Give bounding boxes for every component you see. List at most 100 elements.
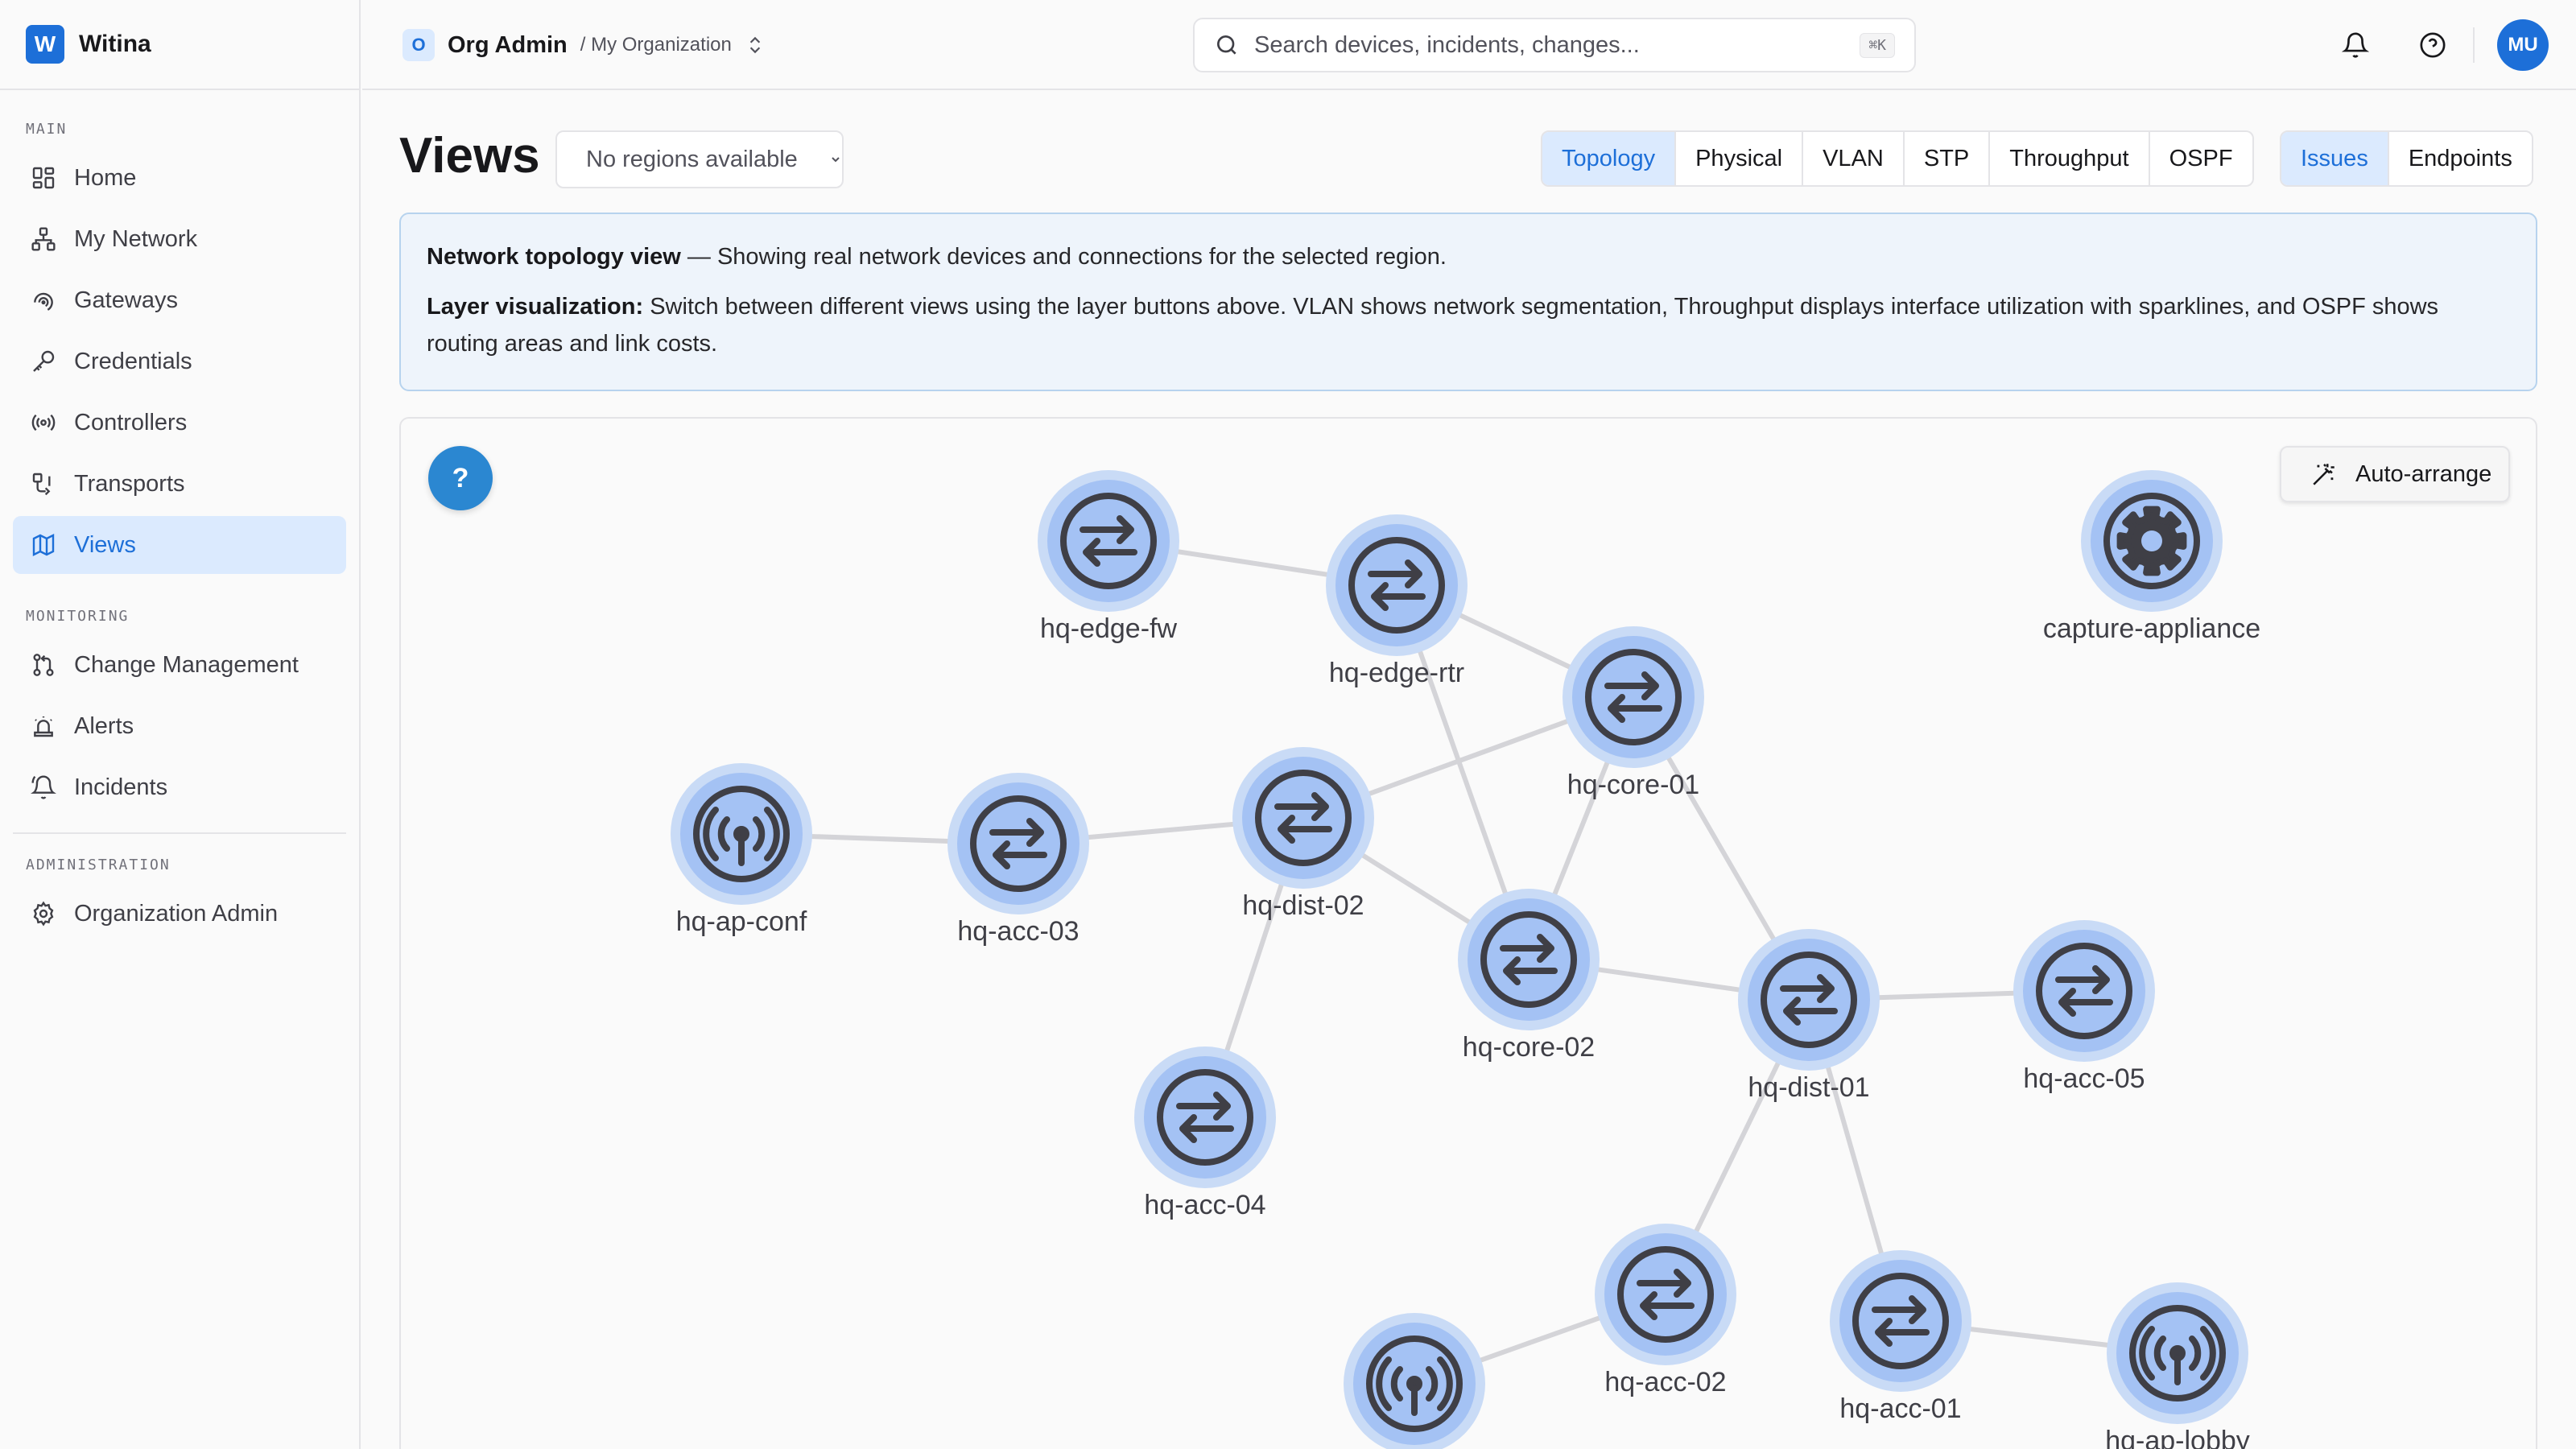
info-banner: Network topology view — Showing real net… [399, 213, 2537, 391]
sidebar-item-incidents[interactable]: Incidents [13, 758, 346, 816]
sidebar-item-label: Alerts [74, 712, 134, 739]
chevrons-up-down-icon [749, 36, 761, 54]
topology-node-hq-acc-02[interactable]: hq-acc-02 [1595, 1224, 1736, 1397]
node-label: hq-core-01 [1567, 770, 1699, 800]
search-input[interactable] [1254, 31, 1846, 59]
topology-graph[interactable]: hq-edge-fw hq-edge-rtr capture-appliance hq… [401, 419, 2537, 1449]
notifications-button[interactable] [2336, 26, 2375, 64]
sidebar-item-organization-admin[interactable]: Organization Admin [13, 885, 346, 943]
sidebar-item-label: My Network [74, 225, 198, 252]
layer-vlan-button[interactable]: VLAN [1803, 132, 1905, 185]
overlay-issues-button[interactable]: Issues [2281, 132, 2389, 185]
node-label: hq-dist-01 [1748, 1072, 1869, 1103]
sidebar-item-label: Gateways [74, 287, 178, 313]
sidebar-item-credentials[interactable]: Credentials [13, 332, 346, 390]
sidebar-item-views[interactable]: Views [13, 516, 346, 574]
avatar[interactable]: MU [2497, 19, 2549, 71]
wand-icon [2313, 464, 2334, 485]
node-label: hq-ap-conf [676, 906, 807, 937]
brand[interactable]: W Witina [0, 0, 359, 90]
topology-node-hq-acc-01[interactable]: hq-acc-01 [1830, 1250, 1971, 1424]
header-divider [2473, 27, 2475, 63]
org-breadcrumb: / My Organization [580, 34, 732, 56]
node-label: hq-dist-02 [1242, 890, 1364, 921]
topology-node-unnamed[interactable] [1344, 1313, 1485, 1449]
topology-node-hq-acc-03[interactable]: hq-acc-03 [947, 773, 1089, 947]
layer-throughput-button[interactable]: Throughput [1990, 132, 2150, 185]
topology-node-hq-core-01[interactable]: hq-core-01 [1563, 626, 1704, 800]
node-label: hq-acc-03 [957, 916, 1079, 947]
topology-canvas[interactable]: hq-edge-fw hq-edge-rtr capture-appliance hq… [399, 417, 2537, 1449]
global-search[interactable]: ⌘K [1193, 18, 1916, 72]
brand-logo: W [26, 25, 64, 64]
auto-arrange-button[interactable]: Auto-arrange [2280, 446, 2510, 502]
node-label: hq-core-02 [1463, 1032, 1595, 1063]
layer-stp-button[interactable]: STP [1905, 132, 1991, 185]
sidebar-item-alerts[interactable]: Alerts [13, 697, 346, 755]
search-icon [1217, 35, 1236, 55]
search-shortcut: ⌘K [1860, 32, 1895, 58]
gear-icon [2103, 493, 2200, 589]
sidebar: W Witina MAIN Home My Network Gateways C… [0, 0, 361, 1449]
node-label: hq-acc-05 [2023, 1063, 2145, 1094]
node-label: hq-edge-fw [1040, 613, 1178, 644]
bell-icon [2342, 32, 2369, 58]
layer-ospf-button[interactable]: OSPF [2150, 132, 2252, 185]
node-label: hq-acc-02 [1604, 1367, 1726, 1397]
git-pull-request-icon [33, 654, 54, 676]
sidebar-item-label: Controllers [74, 409, 188, 436]
topology-node-hq-acc-04[interactable]: hq-acc-04 [1134, 1046, 1276, 1220]
topology-node-hq-ap-lobby[interactable]: hq-ap-lobby [2105, 1282, 2250, 1449]
sidebar-item-controllers[interactable]: Controllers [13, 394, 346, 452]
info-line-2-title: Layer visualization: [427, 294, 644, 320]
info-line-1-text: — Showing real network devices and conne… [680, 244, 1447, 270]
broadcast-icon [31, 414, 56, 431]
key-icon [33, 350, 55, 372]
sidebar-item-label: Organization Admin [74, 900, 279, 927]
sidebar-item-my-network[interactable]: My Network [13, 210, 346, 268]
info-line-2-text: Switch between different views using the… [427, 294, 2439, 357]
node-label: hq-acc-04 [1144, 1190, 1265, 1220]
topology-node-capture-appliance[interactable]: capture-appliance [2043, 470, 2260, 644]
node-label: hq-ap-lobby [2105, 1426, 2250, 1449]
nav-section-monitoring: MONITORING Change Management Alerts Inci… [0, 577, 359, 816]
region-select[interactable]: No regions available [555, 130, 844, 188]
sidebar-item-home[interactable]: Home [13, 149, 346, 207]
info-line-1: Network topology view — Showing real net… [427, 238, 2510, 275]
help-center-button[interactable] [2413, 26, 2452, 64]
map-icon [32, 534, 55, 556]
sidebar-item-transports[interactable]: Transports [13, 455, 346, 513]
topology-node-hq-edge-fw[interactable]: hq-edge-fw [1038, 470, 1179, 644]
top-header: O Org Admin / My Organization ⌘K MU [362, 0, 2576, 90]
sidebar-item-label: Incidents [74, 774, 168, 800]
sidebar-item-label: Change Management [74, 651, 299, 678]
sidebar-item-label: Credentials [74, 348, 192, 374]
page-title: Views [399, 128, 540, 184]
info-line-2: Layer visualization: Switch between diff… [427, 288, 2510, 362]
org-badge: O [402, 29, 435, 61]
nav-section-main: MAIN Home My Network Gateways Credential… [0, 90, 359, 574]
node-label: capture-appliance [2043, 613, 2260, 644]
topology-node-hq-acc-05[interactable]: hq-acc-05 [2013, 920, 2155, 1094]
topology-node-hq-edge-rtr[interactable]: hq-edge-rtr [1326, 514, 1468, 688]
sidebar-item-label: Transports [74, 470, 185, 497]
nav-heading-main: MAIN [26, 121, 68, 138]
topology-node-hq-core-02[interactable]: hq-core-02 [1458, 889, 1600, 1063]
info-line-1-title: Network topology view [427, 244, 681, 270]
grid-icon [32, 167, 55, 189]
sidebar-item-change-management[interactable]: Change Management [13, 636, 346, 694]
topology-node-hq-dist-01[interactable]: hq-dist-01 [1738, 929, 1880, 1103]
sidebar-item-gateways[interactable]: Gateways [13, 271, 346, 329]
canvas-help-button[interactable]: ? [428, 446, 493, 510]
auto-arrange-label: Auto-arrange [2355, 460, 2492, 487]
topology-node-hq-dist-02[interactable]: hq-dist-02 [1232, 747, 1374, 921]
layer-physical-button[interactable]: Physical [1676, 132, 1804, 185]
nav-section-administration: ADMINISTRATION Organization Admin [0, 834, 359, 943]
overlay-endpoints-button[interactable]: Endpoints [2389, 132, 2532, 185]
topology-node-hq-ap-conf[interactable]: hq-ap-conf [671, 763, 812, 937]
transport-icon [32, 473, 51, 496]
nav-heading-monitoring: MONITORING [26, 608, 130, 625]
layer-topology-button[interactable]: Topology [1542, 132, 1677, 185]
bell-ring-icon [31, 775, 56, 799]
org-switcher[interactable]: O Org Admin / My Organization [402, 27, 766, 63]
